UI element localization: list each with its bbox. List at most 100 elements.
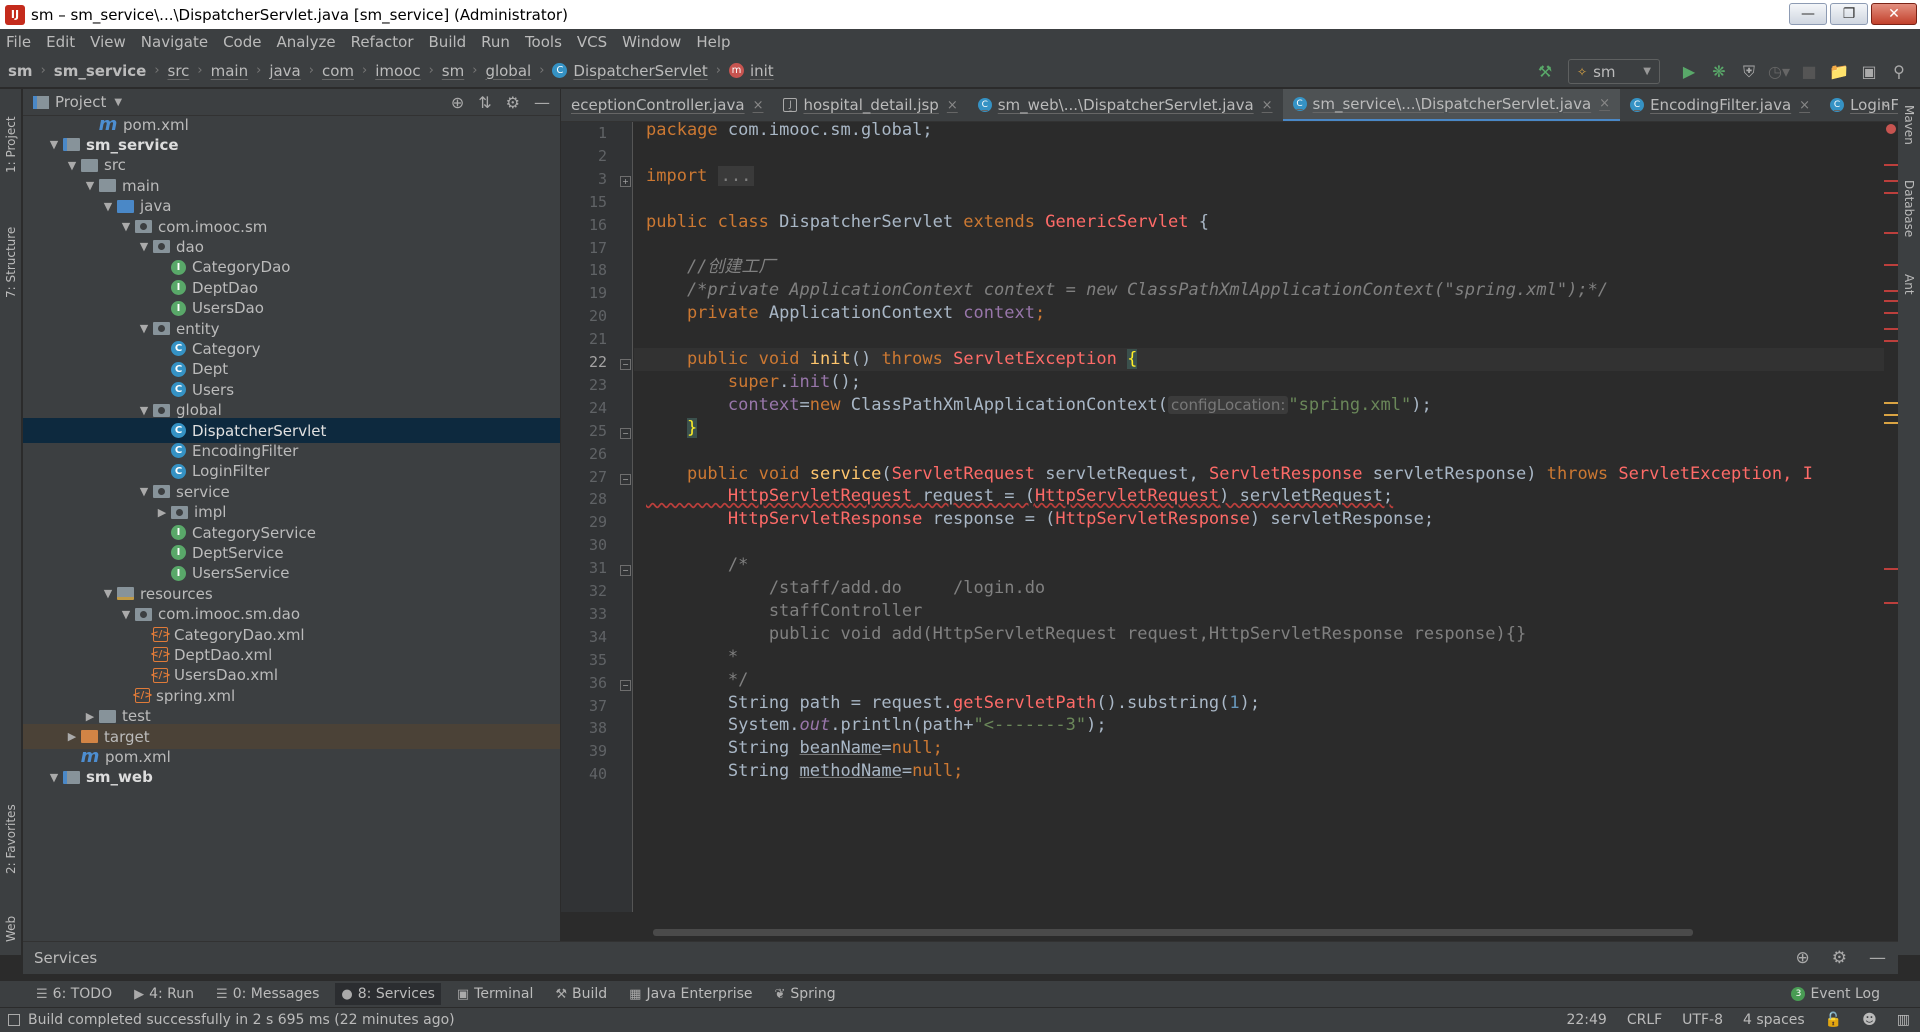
breadcrumb-item[interactable]: imooc [375,62,420,80]
code-line[interactable]: HttpServletResponse response = (HttpServ… [634,508,1884,531]
close-tab-icon[interactable]: × [1262,98,1273,113]
chevron-down-icon[interactable]: ▼ [114,97,122,108]
menu-item-help[interactable]: Help [696,33,730,51]
bottom-tab-todo[interactable]: ☰ 6: TODO [36,986,112,1002]
stripe-marker[interactable] [1884,232,1898,234]
status-icon[interactable] [8,1014,20,1026]
tree-node[interactable]: ▼ sm_web [23,765,560,790]
code-line[interactable]: /staff/add.do /login.do [634,577,1884,600]
indent-setting[interactable]: 4 spaces [1743,1012,1805,1028]
bottom-tab-build[interactable]: ⚒ Build [555,986,607,1002]
bottom-tab-javaenterprise[interactable]: ▦ Java Enterprise [629,986,752,1002]
lock-icon[interactable]: 🔓 [1825,1012,1842,1028]
code-line[interactable]: System.out.println(path+"<-------3"); [634,714,1884,737]
stripe-marker[interactable] [1884,602,1898,604]
fold-toggle-icon[interactable]: − [620,427,631,439]
add-service-icon[interactable]: ⊕ [1796,948,1810,968]
code-line-current[interactable]: public void init() throws ServletExcepti… [634,348,1884,371]
expanded-arrow-icon[interactable]: ▼ [99,587,117,600]
code-line[interactable] [634,531,1884,554]
breadcrumb-item[interactable]: java [269,62,300,80]
close-button[interactable]: ✕ [1871,3,1917,25]
folded-imports[interactable]: ... [717,165,755,186]
expanded-arrow-icon[interactable]: ▼ [81,179,99,192]
code-line[interactable] [634,234,1884,257]
error-stripe[interactable] [1884,122,1898,912]
profile-icon[interactable]: ◷▾ [1764,60,1794,84]
menu-item-code[interactable]: Code [223,33,261,51]
expanded-arrow-icon[interactable]: ▼ [63,159,81,172]
stripe-marker[interactable] [1884,164,1898,166]
gear-icon[interactable]: ⚙ [506,93,520,112]
code-line[interactable] [634,440,1884,463]
code-line[interactable]: staffController [634,600,1884,623]
code-line[interactable]: context=new ClassPathXmlApplicationConte… [634,394,1884,417]
code-line[interactable]: /* [634,554,1884,577]
code-line[interactable]: public void add(HttpServletRequest reque… [634,623,1884,646]
fold-toggle-icon[interactable]: + [620,175,631,187]
expanded-arrow-icon[interactable]: ▼ [117,220,135,233]
tool-tab-database[interactable]: Database [1898,169,1920,249]
breadcrumb-item[interactable]: init [750,62,774,80]
event-log-button[interactable]: 3 Event Log [1791,986,1880,1002]
close-tab-icon[interactable]: × [1599,96,1610,111]
horizontal-scrollbar[interactable] [653,929,1693,936]
stripe-marker[interactable] [1884,568,1898,570]
code-line[interactable]: //创建工厂 [634,256,1884,279]
menu-item-window[interactable]: Window [622,33,681,51]
stripe-marker[interactable] [1884,290,1898,292]
expanded-arrow-icon[interactable]: ▼ [117,608,135,621]
menu-item-run[interactable]: Run [481,33,510,51]
minimize-button[interactable]: — [1789,3,1827,25]
hector-icon[interactable]: ☻ [1862,1012,1877,1028]
menu-item-view[interactable]: View [90,33,126,51]
menu-item-analyze[interactable]: Analyze [276,33,335,51]
line-separator[interactable]: CRLF [1627,1012,1662,1028]
bottom-tab-spring[interactable]: ❦ Spring [775,986,836,1002]
code-line[interactable]: HttpServletRequest request = (HttpServle… [634,485,1884,508]
expanded-arrow-icon[interactable]: ▼ [135,322,153,335]
tool-tab-project[interactable]: 1: Project [0,95,22,195]
code-line[interactable] [634,142,1884,165]
stripe-marker[interactable] [1884,312,1898,314]
build-hammer-icon[interactable]: ⚒ [1530,60,1560,84]
code-line[interactable]: } [634,417,1884,440]
expanded-arrow-icon[interactable]: ▼ [45,138,63,151]
menu-item-edit[interactable]: Edit [46,33,75,51]
fold-toggle-icon[interactable]: − [620,565,631,577]
run-icon[interactable]: ▶ [1674,60,1704,84]
stripe-marker[interactable] [1884,264,1898,266]
bottom-tab-messages[interactable]: ☰ 0: Messages [216,986,319,1002]
expanded-arrow-icon[interactable]: ▼ [45,771,63,784]
expanded-arrow-icon[interactable]: ▼ [135,240,153,253]
fold-toggle-icon[interactable]: − [620,473,631,485]
code-line[interactable]: public void service(ServletRequest servl… [634,463,1884,486]
status-message[interactable]: Build completed successfully in 2 s 695 … [28,1012,455,1028]
code-line[interactable]: super.init(); [634,371,1884,394]
stripe-marker[interactable] [1884,300,1898,302]
maximize-button[interactable]: ❐ [1830,3,1868,25]
gear-icon[interactable]: ⚙ [1832,948,1847,968]
code-line[interactable]: * [634,646,1884,669]
code-line[interactable]: public class DispatcherServlet extends G… [634,211,1884,234]
code-line[interactable]: String path = request.getServletPath().s… [634,692,1884,715]
stripe-marker[interactable] [1884,192,1898,194]
breadcrumb-item[interactable]: DispatcherServlet [573,62,707,80]
editor-tab[interactable]: Csm_web\...\DispatcherServlet.java × [968,89,1283,121]
code-line[interactable] [634,188,1884,211]
editor-tab[interactable]: Csm_service\...\DispatcherServlet.java × [1282,89,1621,121]
stripe-marker[interactable] [1884,340,1898,342]
fold-toggle-icon[interactable]: − [620,679,631,691]
coverage-icon[interactable]: ⛨ [1734,60,1764,84]
collapsed-arrow-icon[interactable]: ▶ [81,710,99,723]
close-tab-icon[interactable]: × [753,98,764,113]
fold-toggle-icon[interactable]: − [620,359,631,370]
code-editor[interactable]: package com.imooc.sm.global; import ... … [634,122,1884,912]
editor-tab[interactable]: C EncodingFilter.java × [1620,89,1820,121]
stripe-marker[interactable] [1884,180,1898,182]
stripe-marker[interactable] [1884,422,1898,424]
menu-item-build[interactable]: Build [429,33,467,51]
hide-icon[interactable]: — [1869,948,1886,968]
tool-tab-favorites[interactable]: 2: Favorites [0,789,22,889]
code-line[interactable]: import ... [634,165,1884,188]
